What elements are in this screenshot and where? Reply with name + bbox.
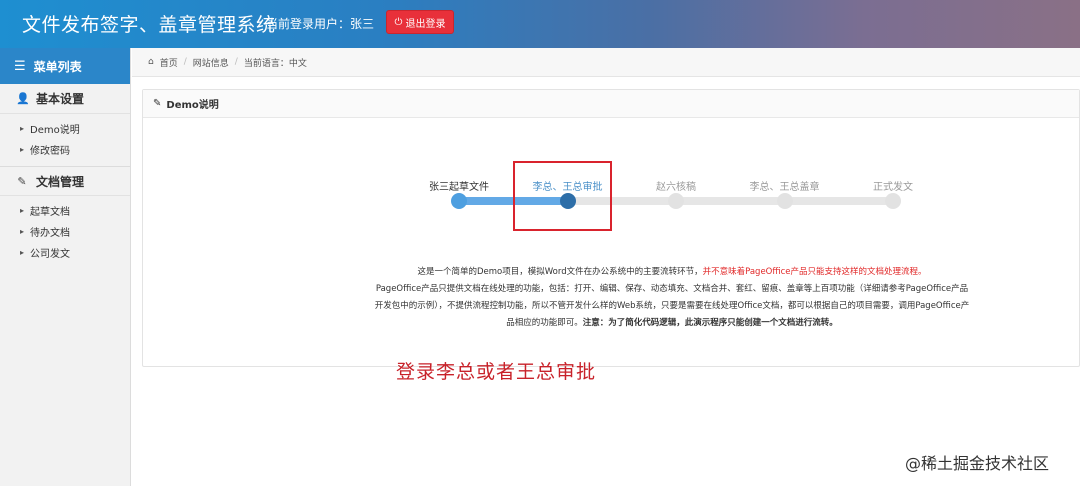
step-node (451, 193, 467, 209)
document-management-list: ▸ 起草文档 ▸ 待办文档 ▸ 公司发文 (0, 196, 130, 269)
sidebar-item-todo-documents[interactable]: ▸ 待办文档 (0, 221, 130, 242)
current-step-highlight (513, 161, 612, 231)
description-text-bold: 注意：为了简化代码逻辑，此演示程序只能创建一个文档进行流转。 (582, 318, 838, 328)
sidebar-item-label: Demo说明 (30, 125, 80, 136)
breadcrumb: ⌂ 首页 / 网站信息 / 当前语言：中文 (132, 48, 1080, 77)
user-icon: 👤 (16, 92, 30, 105)
list-icon: ☰ (14, 58, 26, 74)
demo-description: 这是一个简单的Demo项目，模拟Word文件在办公系统中的主要流转环节，并不意味… (372, 264, 972, 332)
breadcrumb-separator: / (234, 57, 238, 67)
breadcrumb-language: 当前语言：中文 (243, 58, 307, 69)
sidebar-item-label: 公司发文 (30, 249, 71, 260)
sidebar-group-document-management[interactable]: ✎ 文档管理 (0, 166, 130, 196)
home-icon: ⌂ (148, 57, 154, 67)
step-label: 张三起草文件 (429, 182, 489, 193)
chevron-right-icon: ▸ (20, 206, 25, 215)
sidebar-item-label: 起草文档 (30, 207, 71, 218)
description-text-1: 这是一个简单的Demo项目，模拟Word文件在办公系统中的主要流转环节， (417, 267, 703, 277)
sidebar-item-company-release[interactable]: ▸ 公司发文 (0, 242, 130, 263)
edit-icon: ✎ (17, 174, 27, 188)
sidebar-item-draft-document[interactable]: ▸ 起草文档 (0, 200, 130, 221)
sidebar-item-change-password[interactable]: ▸ 修改密码 (0, 139, 130, 160)
sidebar-item-demo-info[interactable]: ▸ Demo说明 (0, 118, 130, 139)
sidebar-item-label: 修改密码 (30, 146, 71, 157)
group-title-label: 基本设置 (36, 92, 85, 106)
chevron-right-icon: ▸ (20, 145, 25, 154)
description-text-red: 并不意味着PageOffice产品只能支持这样的文档处理流程。 (702, 267, 927, 277)
sidebar: ☰ 菜单列表 👤 基本设置 ▸ Demo说明 ▸ 修改密码 ✎ 文档管理 ▸ 起… (0, 48, 131, 486)
group-title-label: 文档管理 (36, 174, 85, 189)
app-header: 文件发布签字、盖章管理系统 当前登录用户：张三 ⏻ 退出登录 (0, 0, 1080, 48)
step-node (668, 193, 684, 209)
breadcrumb-site-info[interactable]: 网站信息 (193, 56, 229, 69)
basic-settings-list: ▸ Demo说明 ▸ 修改密码 (0, 114, 130, 166)
power-icon: ⏻ (394, 16, 403, 28)
logout-button[interactable]: ⏻ 退出登录 (386, 10, 454, 34)
breadcrumb-home[interactable]: 首页 (160, 56, 178, 69)
menu-title: 菜单列表 (33, 59, 82, 74)
breadcrumb-separator: / (183, 57, 187, 67)
logout-label: 退出登录 (405, 18, 446, 30)
step-label: 正式发文 (873, 182, 913, 193)
menu-header: ☰ 菜单列表 (0, 48, 130, 84)
step-node (776, 193, 793, 209)
annotation-text: 登录李总或者王总审批 (396, 361, 597, 383)
step-label: 赵六核稿 (656, 182, 696, 193)
step-node (885, 193, 901, 209)
step-label: 李总、王总盖章 (749, 182, 820, 193)
sidebar-group-basic-settings[interactable]: 👤 基本设置 (0, 84, 130, 114)
chevron-right-icon: ▸ (20, 124, 25, 133)
watermark: @稀土掘金技术社区 (905, 454, 1050, 473)
current-user-label: 当前登录用户：张三 (266, 17, 375, 31)
app-title: 文件发布签字、盖章管理系统 (22, 14, 276, 36)
chevron-right-icon: ▸ (20, 227, 25, 236)
sidebar-item-label: 待办文档 (30, 228, 71, 239)
chevron-right-icon: ▸ (20, 248, 25, 257)
